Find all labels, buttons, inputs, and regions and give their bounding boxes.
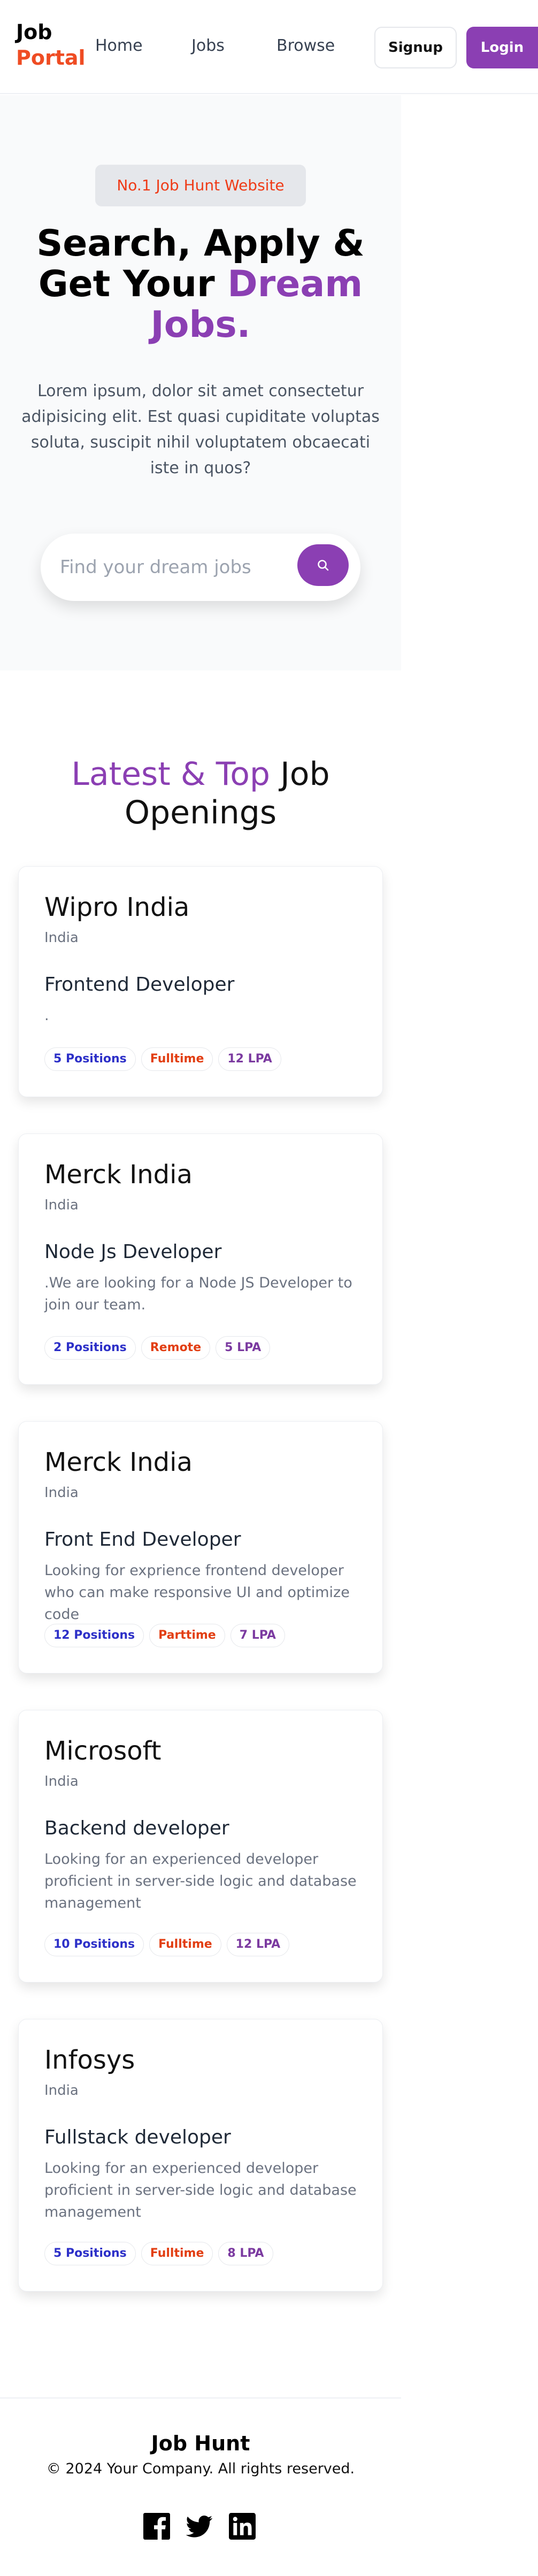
job-role: Front End Developer [44,1529,241,1551]
job-positions-badge: 10 Positions [44,1933,144,1956]
job-tags: 12 Positions Parttime 7 LPA [44,1624,285,1647]
job-tags: 10 Positions Fulltime 12 LPA [44,1933,290,1956]
job-company: Merck India [44,1447,193,1477]
job-role: Fullstack developer [44,2126,231,2148]
logo-text-portal: Portal [16,46,86,70]
job-description: .We are looking for a Node JS Developer … [44,1275,352,1313]
job-description: Looking for exprience frontend developer… [44,1562,350,1623]
job-role: Backend developer [44,1817,229,1839]
job-company: Merck India [44,1160,193,1190]
search-bar [41,534,360,601]
job-company: Infosys [44,2045,135,2075]
logo[interactable]: Job Portal [16,19,86,71]
footer-copyright: © 2024 Your Company. All rights reserved… [46,2461,355,2477]
logo-text-job: Job [16,20,52,44]
job-type-badge: Fulltime [149,1933,221,1956]
job-role: Node Js Developer [44,1241,222,1263]
search-input[interactable] [60,547,295,587]
navbar: Job Portal Home Jobs Browse Signup Login [0,0,538,94]
nav-link-browse[interactable]: Browse [276,36,335,55]
job-type-badge: Fulltime [141,2242,213,2265]
latest-jobs-title-accent: Latest & Top [71,755,271,793]
job-tags: 5 Positions Fulltime 12 LPA [44,1047,281,1071]
job-tags: 5 Positions Fulltime 8 LPA [44,2242,273,2265]
job-positions-badge: 5 Positions [44,2242,136,2265]
nav-link-home[interactable]: Home [95,36,143,55]
facebook-icon[interactable] [143,2513,170,2540]
job-location: India [44,1485,79,1501]
latest-jobs-title: Latest & Top Job Openings [21,755,380,832]
search-icon [318,560,329,571]
job-description: Looking for an experienced developer pro… [44,1851,357,1911]
job-salary-badge: 12 LPA [218,1047,281,1071]
job-card[interactable]: Microsoft India Backend developer Lookin… [18,1710,383,1983]
linkedin-icon-glyph [229,2513,256,2540]
job-description: . [44,1007,49,1024]
job-positions-badge: 5 Positions [44,1047,136,1071]
job-positions-badge: 2 Positions [44,1336,136,1360]
job-company: Wipro India [44,892,190,922]
login-button[interactable]: Login [466,27,538,68]
search-button[interactable] [297,544,349,586]
linkedin-icon[interactable] [229,2513,256,2540]
job-type-badge: Remote [141,1336,211,1360]
job-type-badge: Fulltime [141,1047,213,1071]
facebook-icon-glyph [143,2513,170,2540]
job-type-badge: Parttime [149,1624,225,1647]
hero-description: Lorem ipsum, dolor sit amet consectetur … [21,382,380,477]
twitter-icon-glyph [186,2516,213,2538]
nav-link-jobs[interactable]: Jobs [191,36,225,55]
twitter-icon[interactable] [186,2513,213,2540]
job-company: Microsoft [44,1736,162,1766]
job-tags: 2 Positions Remote 5 LPA [44,1336,271,1360]
job-description: Looking for an experienced developer pro… [44,2160,357,2220]
hero-title: Search, Apply & Get Your Dream Jobs. [21,223,380,345]
job-card[interactable]: Merck India India Front End Developer Lo… [18,1421,383,1673]
job-location: India [44,930,79,946]
job-salary-badge: 8 LPA [218,2242,273,2265]
signup-button[interactable]: Signup [374,27,457,68]
job-location: India [44,1773,79,1790]
hero-badge: No.1 Job Hunt Website [95,165,306,206]
job-positions-badge: 12 Positions [44,1624,144,1647]
job-location: India [44,2083,79,2099]
job-salary-badge: 12 LPA [226,1933,290,1956]
footer-divider [0,2397,401,2398]
job-salary-badge: 7 LPA [230,1624,285,1647]
job-location: India [44,1197,79,1213]
job-card[interactable]: Merck India India Node Js Developer .We … [18,1133,383,1385]
hero-section: No.1 Job Hunt Website Search, Apply & Ge… [0,95,401,670]
footer-brand: Job Hunt [151,2432,250,2455]
job-role: Frontend Developer [44,974,235,996]
job-salary-badge: 5 LPA [216,1336,271,1360]
job-card[interactable]: Wipro India India Frontend Developer . 5… [18,866,383,1097]
job-card[interactable]: Infosys India Fullstack developer Lookin… [18,2019,383,2292]
